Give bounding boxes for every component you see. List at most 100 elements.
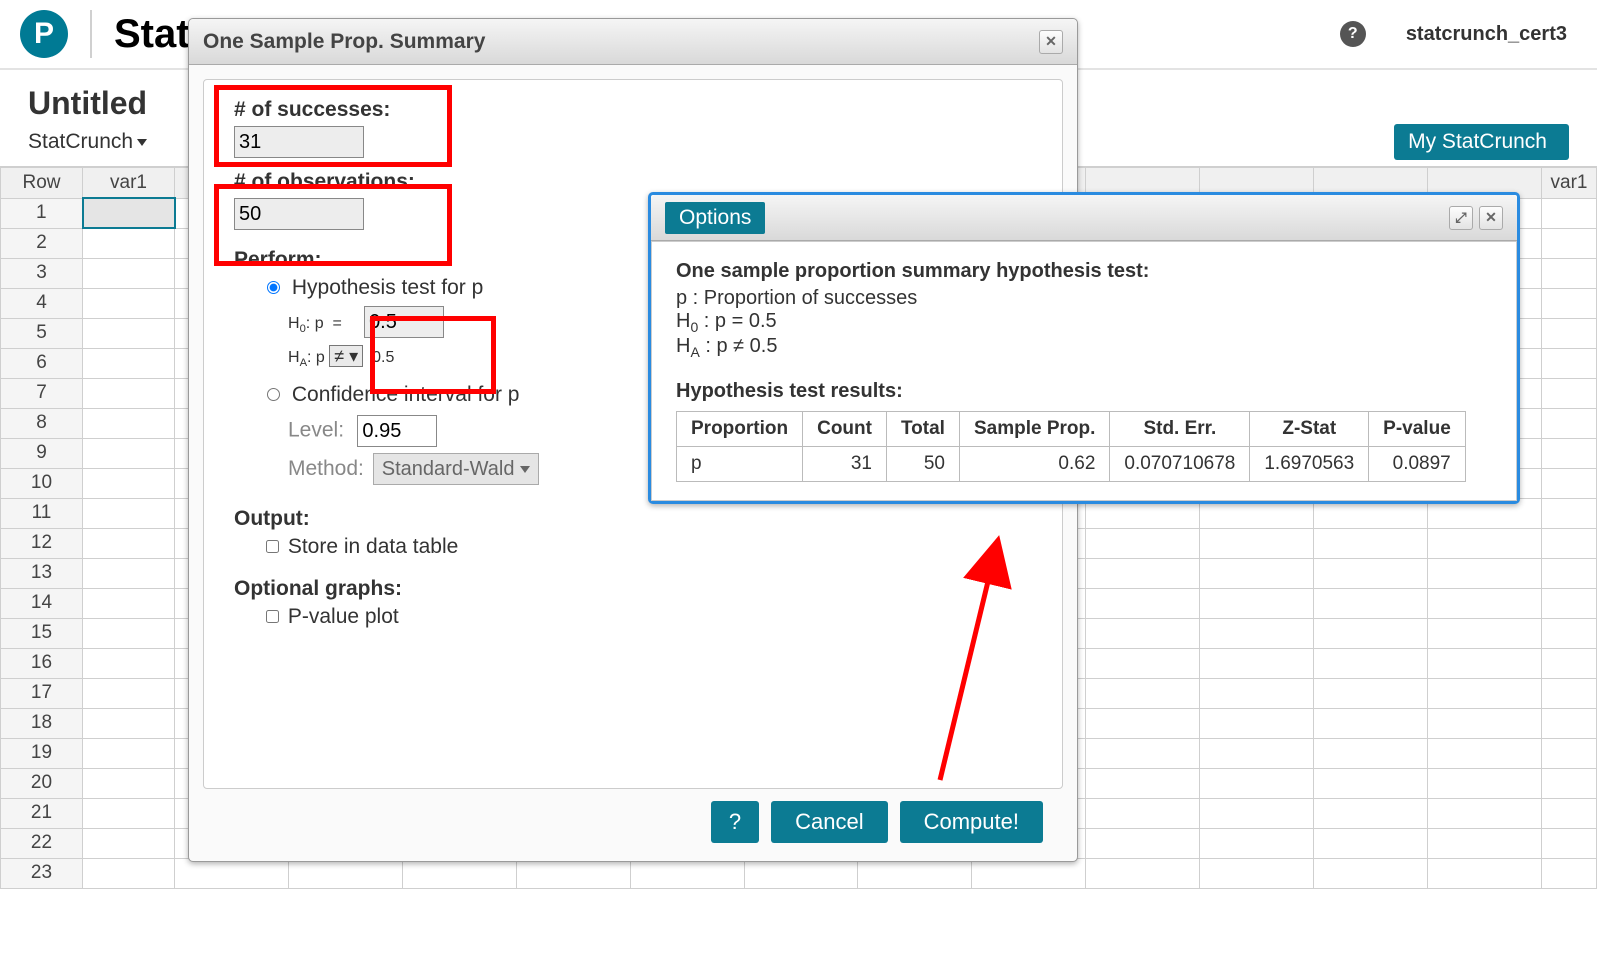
cell[interactable] [83,498,175,528]
level-input[interactable] [357,415,437,447]
cell[interactable] [1427,678,1541,708]
cell[interactable] [1542,678,1597,708]
cell[interactable] [1542,438,1597,468]
cell[interactable] [1542,798,1597,828]
cell[interactable] [1086,648,1200,678]
cell[interactable] [1314,798,1428,828]
cancel-button[interactable]: Cancel [771,801,887,843]
close-icon[interactable]: ✕ [1479,206,1503,230]
col-header-var-last[interactable]: var1 [1542,168,1597,198]
close-icon[interactable]: ✕ [1039,30,1063,54]
cell[interactable] [1086,798,1200,828]
cell[interactable] [1542,648,1597,678]
hypothesis-test-radio[interactable] [267,281,280,294]
cell[interactable] [83,678,175,708]
results-titlebar[interactable]: Options ⤢ ✕ [651,195,1517,241]
cell[interactable] [83,828,175,858]
cell[interactable] [1086,678,1200,708]
cell[interactable] [83,378,175,408]
cell[interactable] [1542,408,1597,438]
my-statcrunch-button[interactable]: My StatCrunch [1394,124,1569,160]
cell[interactable] [1086,858,1200,888]
cell[interactable] [1314,768,1428,798]
cell[interactable] [1314,528,1428,558]
cell[interactable] [83,288,175,318]
cell[interactable] [1542,618,1597,648]
cell[interactable] [1200,858,1314,888]
cell[interactable] [83,708,175,738]
cell[interactable] [83,768,175,798]
cell[interactable] [83,798,175,828]
cell[interactable] [1086,828,1200,858]
cell[interactable] [1542,288,1597,318]
cell[interactable] [1086,708,1200,738]
cell[interactable] [1200,558,1314,588]
successes-input[interactable] [234,126,364,158]
method-select[interactable]: Standard-Wald [373,453,540,485]
cell[interactable] [630,858,744,888]
cell[interactable] [1200,648,1314,678]
expand-icon[interactable]: ⤢ [1449,206,1473,230]
options-button[interactable]: Options [665,202,765,234]
cell[interactable] [1314,648,1428,678]
ha-operator-select[interactable]: ≠ ▾ [329,345,363,367]
table-row[interactable]: 23 [1,858,1597,888]
cell[interactable] [1314,618,1428,648]
cell[interactable] [83,348,175,378]
cell[interactable] [1542,528,1597,558]
cell[interactable] [1427,558,1541,588]
cell[interactable] [1542,468,1597,498]
cell[interactable] [83,738,175,768]
observations-input[interactable] [234,198,364,230]
cell[interactable] [83,408,175,438]
cell[interactable] [1200,798,1314,828]
cell[interactable] [83,198,175,228]
cell[interactable] [972,858,1086,888]
confidence-interval-radio[interactable] [267,388,280,401]
cell[interactable] [1086,558,1200,588]
cell[interactable] [1542,768,1597,798]
cell[interactable] [288,858,402,888]
cell[interactable] [1314,678,1428,708]
col-header-var1[interactable]: var1 [83,168,175,198]
h0-value-input[interactable] [364,306,444,338]
cell[interactable] [1200,618,1314,648]
cell[interactable] [1314,738,1428,768]
cell[interactable] [1200,768,1314,798]
cell[interactable] [1200,708,1314,738]
cell[interactable] [1314,858,1428,888]
cell[interactable] [83,558,175,588]
cell[interactable] [83,648,175,678]
cell[interactable] [1200,678,1314,708]
cell[interactable] [1542,558,1597,588]
cell[interactable] [1542,708,1597,738]
cell[interactable] [83,438,175,468]
cell[interactable] [1427,528,1541,558]
help-icon[interactable]: ? [1340,21,1366,47]
cell[interactable] [1200,528,1314,558]
cell[interactable] [1542,588,1597,618]
cell[interactable] [1542,228,1597,258]
cell[interactable] [83,468,175,498]
cell[interactable] [1314,708,1428,738]
cell[interactable] [1200,738,1314,768]
compute-button[interactable]: Compute! [900,801,1043,843]
cell[interactable] [1086,738,1200,768]
cell[interactable] [1542,498,1597,528]
cell[interactable] [83,618,175,648]
cell[interactable] [1200,828,1314,858]
dialog-help-button[interactable]: ? [711,801,759,843]
dialog-titlebar[interactable]: One Sample Prop. Summary ✕ [189,19,1077,65]
cell[interactable] [1542,858,1597,888]
cell[interactable] [1314,558,1428,588]
cell[interactable] [402,858,516,888]
cell[interactable] [83,528,175,558]
cell[interactable] [1427,858,1541,888]
cell[interactable] [1542,828,1597,858]
cell[interactable] [83,588,175,618]
cell[interactable] [1314,828,1428,858]
store-in-data-table-checkbox[interactable] [266,540,279,553]
cell[interactable] [83,228,175,258]
cell[interactable] [1427,738,1541,768]
cell[interactable] [1427,768,1541,798]
